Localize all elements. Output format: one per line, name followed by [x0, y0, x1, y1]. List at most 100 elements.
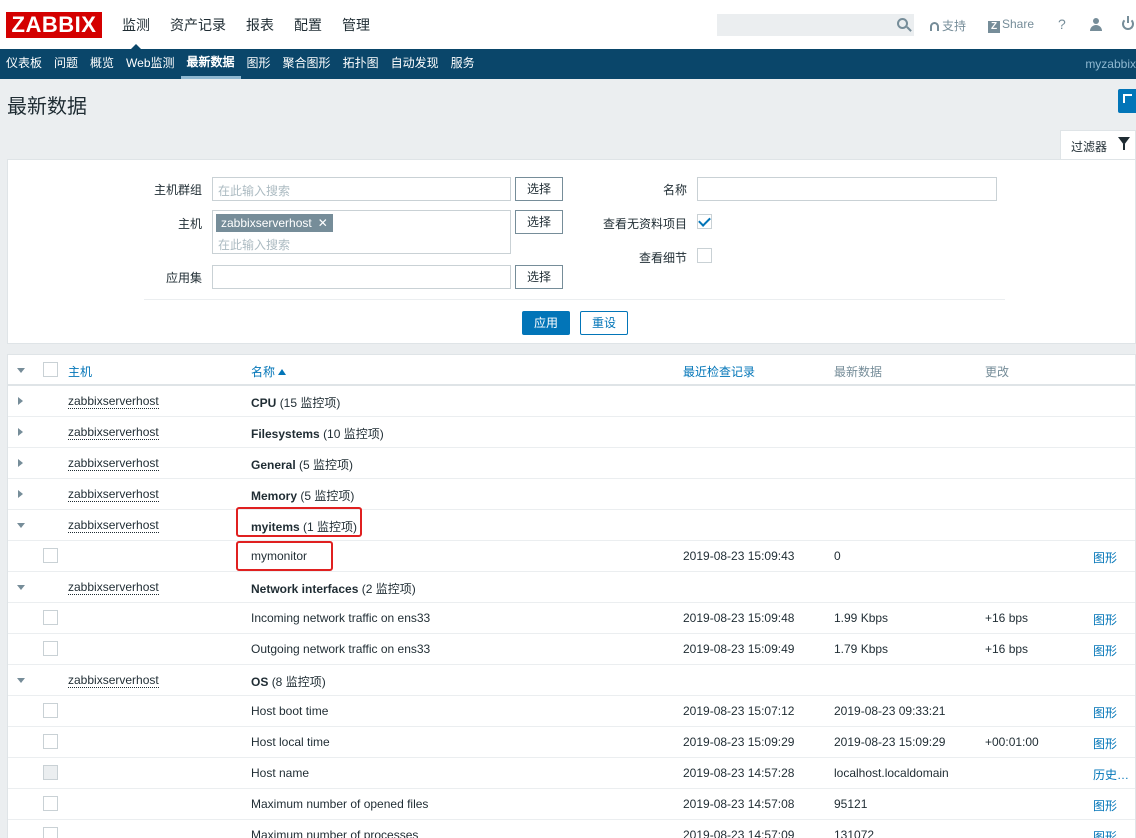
graph-link[interactable]: 图形	[1093, 611, 1117, 628]
filter-panel: 主机群组 在此输入搜索 选择 主机 zabbixserverhost ✕ 在此输入…	[7, 159, 1136, 344]
host-link[interactable]: zabbixserverhost	[68, 673, 159, 688]
host-link[interactable]: zabbixserverhost	[68, 394, 159, 409]
group-label[interactable]: CPU (15 监控项)	[251, 394, 340, 411]
main-menu-item[interactable]: 配置	[284, 0, 332, 49]
zabbix-logo[interactable]: ZABBIX	[6, 12, 102, 38]
application-label: 应用集	[165, 271, 202, 285]
last-check: 2019-08-23 14:57:28	[683, 766, 795, 780]
graph-link[interactable]: 历史…	[1093, 766, 1129, 783]
main-menu-item[interactable]: 报表	[236, 0, 284, 49]
support-link[interactable]: 支持	[930, 17, 966, 34]
sign-out-icon[interactable]	[1122, 16, 1134, 30]
sub-menu-item[interactable]: 服务	[445, 49, 481, 79]
sub-menu-item[interactable]: 图形	[241, 49, 277, 79]
last-value: 131072	[834, 828, 875, 838]
help-link[interactable]: ?	[1058, 16, 1066, 32]
sub-menu-item[interactable]: 自动发现	[385, 49, 445, 79]
last-check: 2019-08-23 14:57:08	[683, 797, 795, 811]
column-change: 更改	[985, 365, 1010, 379]
sub-menu-item[interactable]: 拓扑图	[337, 49, 385, 79]
graph-link[interactable]: 图形	[1093, 549, 1117, 566]
name-input[interactable]	[697, 177, 997, 201]
main-menu-item[interactable]: 监测	[112, 0, 160, 49]
column-name[interactable]: 名称	[251, 363, 287, 380]
host-group-select-button[interactable]: 选择	[515, 177, 563, 201]
sub-menu-item[interactable]: 概览	[84, 49, 120, 79]
highlight-myitems	[236, 507, 362, 537]
last-value: localhost.localdomain	[834, 766, 949, 780]
main-menu-item[interactable]: 管理	[332, 0, 380, 49]
select-all-checkbox[interactable]	[43, 362, 58, 377]
host-link[interactable]: zabbixserverhost	[68, 456, 159, 471]
chevron-right-icon[interactable]	[18, 459, 23, 467]
search-icon[interactable]	[897, 18, 908, 29]
host-group-input[interactable]: 在此输入搜索	[212, 177, 511, 201]
graph-link[interactable]: 图形	[1093, 828, 1117, 838]
item-checkbox[interactable]	[43, 765, 58, 780]
fullscreen-button[interactable]	[1118, 89, 1136, 113]
item-name: Host local time	[251, 735, 330, 749]
item-checkbox[interactable]	[43, 734, 58, 749]
item-checkbox[interactable]	[43, 641, 58, 656]
group-label[interactable]: OS (8 监控项)	[251, 673, 326, 690]
item-checkbox[interactable]	[43, 703, 58, 718]
host-link[interactable]: zabbixserverhost	[68, 425, 159, 440]
chevron-right-icon[interactable]	[18, 397, 23, 405]
application-select-button[interactable]: 选择	[515, 265, 563, 289]
sub-menu-item[interactable]: 问题	[48, 49, 84, 79]
graph-link[interactable]: 图形	[1093, 704, 1117, 721]
item-row: Incoming network traffic on ens33 2019-08…	[8, 603, 1135, 634]
show-without-data-checkbox[interactable]	[697, 214, 712, 229]
host-link[interactable]: zabbixserverhost	[68, 518, 159, 533]
share-z-icon: Z	[988, 21, 1000, 33]
last-check: 2019-08-23 15:09:43	[683, 549, 795, 563]
chevron-right-icon[interactable]	[18, 490, 23, 498]
item-checkbox[interactable]	[43, 796, 58, 811]
apply-button[interactable]: 应用	[522, 311, 570, 335]
last-check: 2019-08-23 15:09:49	[683, 642, 795, 656]
group-label[interactable]: Network interfaces (2 监控项)	[251, 580, 416, 597]
reset-button[interactable]: 重设	[580, 311, 628, 335]
share-link[interactable]: Z Share	[988, 17, 1034, 33]
main-menu: 监测 资产记录 报表 配置 管理	[112, 0, 380, 49]
group-label[interactable]: Filesystems (10 监控项)	[251, 425, 384, 442]
last-value: 95121	[834, 797, 868, 811]
chevron-down-icon[interactable]	[17, 678, 25, 683]
sub-menu-item[interactable]: 最新数据	[180, 49, 241, 79]
host-input[interactable]: zabbixserverhost ✕ 在此输入搜索	[212, 210, 511, 254]
filter-tab[interactable]: 过滤器	[1060, 130, 1136, 160]
application-input[interactable]	[212, 265, 511, 289]
show-details-checkbox[interactable]	[697, 248, 712, 263]
column-host[interactable]: 主机	[68, 363, 92, 380]
chevron-right-icon[interactable]	[18, 428, 23, 436]
column-last-value: 最新数据	[834, 365, 883, 379]
column-last-check[interactable]: 最近检查记录	[683, 363, 755, 380]
host-label: 主机	[177, 217, 202, 231]
sub-menu-item[interactable]: 聚合图形	[277, 49, 337, 79]
global-search-input[interactable]	[717, 14, 914, 36]
checkmark-icon	[698, 214, 711, 227]
item-name: Maximum number of processes	[251, 828, 419, 838]
main-menu-item[interactable]: 资产记录	[160, 0, 236, 49]
graph-link[interactable]: 图形	[1093, 642, 1117, 659]
item-name: Maximum number of opened files	[251, 797, 429, 811]
group-label[interactable]: General (5 监控项)	[251, 456, 353, 473]
item-name: Host name	[251, 766, 310, 780]
item-checkbox[interactable]	[43, 610, 58, 625]
user-profile-icon[interactable]	[1090, 18, 1102, 31]
item-checkbox[interactable]	[43, 827, 58, 838]
graph-link[interactable]: 图形	[1093, 735, 1117, 752]
collapse-all-icon[interactable]	[17, 368, 25, 373]
tag-remove-icon[interactable]: ✕	[318, 214, 328, 232]
group-label[interactable]: Memory (5 监控项)	[251, 487, 354, 504]
item-checkbox[interactable]	[43, 548, 58, 563]
chevron-down-icon[interactable]	[17, 523, 25, 528]
host-link[interactable]: zabbixserverhost	[68, 580, 159, 595]
graph-link[interactable]: 图形	[1093, 797, 1117, 814]
host-link[interactable]: zabbixserverhost	[68, 487, 159, 502]
sub-menu-item[interactable]: Web监测	[120, 49, 180, 79]
sub-menu-item[interactable]: 仪表板	[0, 49, 48, 79]
chevron-down-icon[interactable]	[17, 585, 25, 590]
host-select-button[interactable]: 选择	[515, 210, 563, 234]
item-row: mymonitor 2019-08-23 15:09:43 0 图形	[8, 541, 1135, 572]
